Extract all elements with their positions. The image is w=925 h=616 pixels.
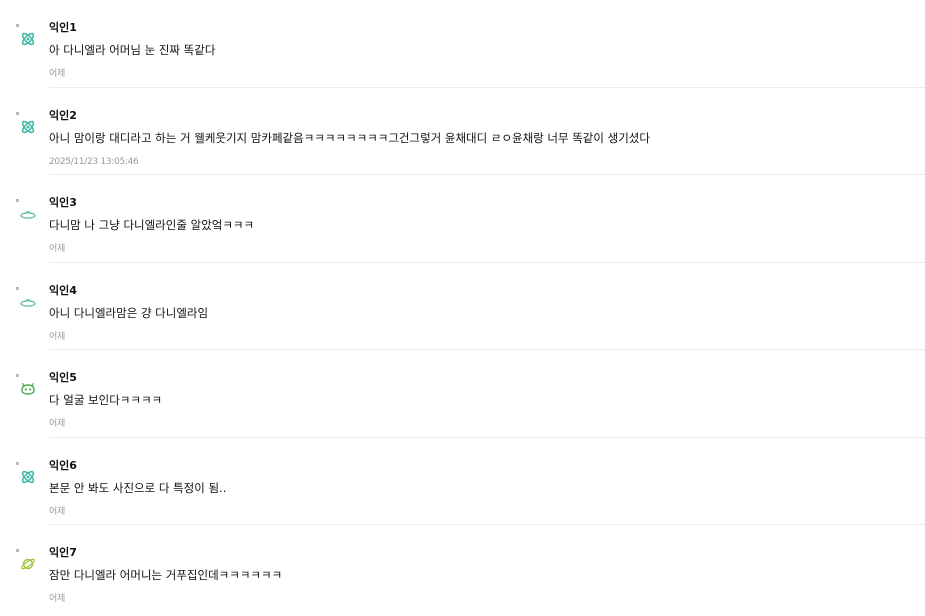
nickname[interactable]: 익인2 <box>49 109 77 123</box>
dot-icon <box>16 286 19 290</box>
nickname[interactable]: 익인5 <box>49 371 77 385</box>
comment-item: 익인6 본문 안 봐도 사진으로 다 특정이 됨.. 어제 <box>0 438 925 525</box>
atom-icon <box>21 32 35 46</box>
avatar[interactable] <box>14 461 40 487</box>
nickname[interactable]: 익인7 <box>49 546 77 560</box>
comment-item: 익인1 아 다니엘라 어머님 눈 진짜 똑같다 어제 <box>0 0 925 88</box>
nickname[interactable]: 익인4 <box>49 284 77 298</box>
planet-icon <box>21 558 35 570</box>
comment-text: 본문 안 봐도 사진으로 다 특정이 됨.. <box>49 480 227 495</box>
comment-text: 잠만 다니엘라 어머니는 거푸집인데ㅋㅋㅋㅋㅋㅋ <box>49 568 283 582</box>
dot-icon <box>16 461 19 465</box>
nickname[interactable]: 익인6 <box>49 459 77 473</box>
timestamp: 어제 <box>49 506 65 517</box>
comment-text: 아 다니엘라 어머님 눈 진짜 똑같다 <box>49 43 216 57</box>
comment-item: 익인2 아니 맘이랑 대디라고 하는 거 웰케웃기지 맘카페같음ㅋㅋㅋㅋㅋㅋㅋㅋ… <box>0 88 925 175</box>
timestamp: 어제 <box>49 594 65 604</box>
avatar[interactable] <box>14 373 40 399</box>
avatar[interactable] <box>14 548 40 574</box>
dot-icon <box>16 549 19 552</box>
timestamp: 어제 <box>49 419 65 429</box>
atom-icon <box>21 470 35 483</box>
comment-list: 익인1 아 다니엘라 어머님 눈 진짜 똑같다 어제 익인2 아니 맘이랑 대디… <box>0 0 925 613</box>
comment-item: 익인4 아니 다니엘라맘은 걍 다니엘라임 어제 <box>0 263 925 350</box>
timestamp: 어제 <box>49 331 65 342</box>
ufo-icon <box>20 210 36 219</box>
ufo-icon <box>20 298 36 307</box>
atom-icon <box>21 120 35 133</box>
avatar[interactable] <box>14 198 40 224</box>
comment-item: 익인3 다니맘 나 그냥 다니엘라인줄 알았엌ㅋㅋㅋ 어제 <box>0 175 925 263</box>
avatar[interactable] <box>14 23 40 49</box>
dot-icon <box>16 24 19 27</box>
nickname[interactable]: 익인3 <box>49 196 77 210</box>
nickname[interactable]: 익인1 <box>49 21 77 35</box>
timestamp: 어제 <box>49 69 65 79</box>
comment-text: 아니 다니엘라맘은 걍 다니엘라임 <box>49 305 209 320</box>
comment-text: 다니맘 나 그냥 다니엘라인줄 알았엌ㅋㅋㅋ <box>49 218 255 232</box>
comment-text: 아니 맘이랑 대디라고 하는 거 웰케웃기지 맘카페같음ㅋㅋㅋㅋㅋㅋㅋㅋ그건그렇… <box>49 130 650 145</box>
avatar[interactable] <box>14 286 40 312</box>
timestamp: 2025/11/23 13:05:46 <box>49 156 139 167</box>
comment-text: 다 얼굴 보인다ㅋㅋㅋㅋ <box>49 393 163 407</box>
timestamp: 어제 <box>49 244 65 254</box>
dot-icon <box>16 199 19 202</box>
comment-item: 익인5 다 얼굴 보인다ㅋㅋㅋㅋ 어제 <box>0 350 925 438</box>
comment-item: 익인7 잠만 다니엘라 어머니는 거푸집인데ㅋㅋㅋㅋㅋㅋ 어제 <box>0 525 925 613</box>
avatar[interactable] <box>14 111 40 137</box>
alien-icon <box>21 382 35 395</box>
dot-icon <box>16 374 19 377</box>
dot-icon <box>16 111 19 115</box>
